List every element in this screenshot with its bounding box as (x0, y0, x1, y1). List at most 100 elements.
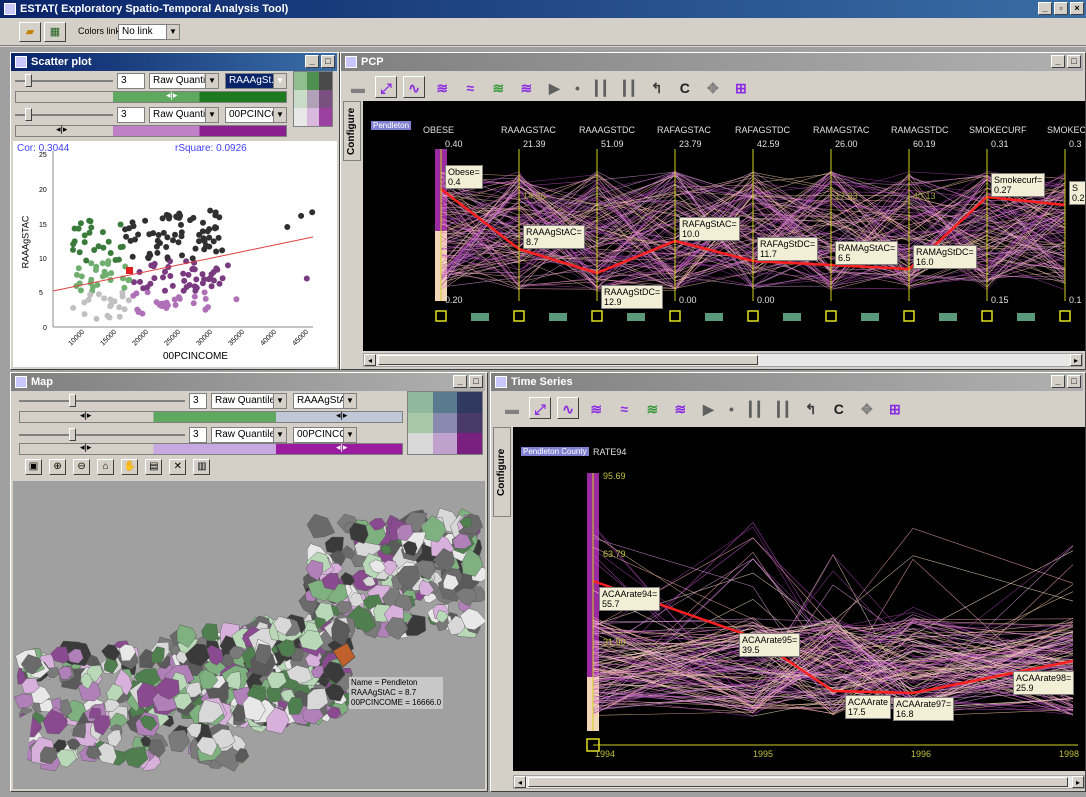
map-x-color-range-bar[interactable]: ◂|▸ ◂|▸ (19, 442, 403, 455)
y-classes-spinner[interactable]: 3 (117, 73, 145, 89)
x-classes-slider[interactable] (15, 107, 113, 123)
pcp-horizontal-scrollbar[interactable]: ◂ ▸ (363, 353, 1083, 367)
wave-multi-icon[interactable]: ≋ (669, 398, 691, 420)
dropdown-icon[interactable]: • (726, 398, 738, 420)
map-canvas[interactable]: Name = Pendleton RAAAgStAC = 8.7 00PCINCOM… (13, 481, 485, 789)
map-y-method-select[interactable]: Raw Quantiles ▼ (211, 393, 287, 409)
clear-icon[interactable]: C (674, 77, 696, 99)
scroll-right-icon[interactable]: ▸ (1072, 776, 1084, 788)
ts-horizontal-scrollbar[interactable]: ◂ ▸ (513, 775, 1085, 789)
maximize-button[interactable]: □ (321, 55, 335, 68)
select-tool-icon[interactable]: ▣ (25, 459, 42, 475)
eraser-icon[interactable]: ▬ (501, 398, 523, 420)
pcp-axis-label[interactable]: SMOKECURF (969, 125, 1027, 135)
map-x-variable-select[interactable]: 00PCINCO... ▼ (293, 427, 357, 443)
eraser-icon[interactable]: ▬ (347, 77, 369, 99)
identify-icon[interactable]: ▤ (145, 459, 163, 475)
select-icon[interactable]: ⤢ (529, 397, 552, 419)
y-method-select[interactable]: Raw Quantil... ▼ (149, 73, 219, 89)
print-icon[interactable]: ▥ (193, 459, 211, 475)
line-style-icon[interactable]: ∿ (557, 397, 580, 419)
clear-icon[interactable]: C (828, 398, 850, 420)
zoom-out-icon[interactable]: ⊖ (73, 459, 91, 475)
ts-canvas[interactable]: Pendleton County RATE94 95.69 63.79 31.90 1… (513, 427, 1085, 771)
scroll-thumb[interactable] (378, 355, 758, 365)
y-color-range-bar[interactable]: ◂|▸ (15, 90, 287, 103)
maximize-button[interactable]: □ (1067, 375, 1081, 388)
exclude-icon[interactable]: ✕ (169, 459, 187, 475)
pcp-axis-label[interactable]: RAAAGSTAC (501, 125, 556, 135)
wave-multi-icon[interactable]: ≋ (515, 77, 537, 99)
colors-link-select[interactable]: No link ▼ (118, 24, 180, 40)
move-icon[interactable]: ✥ (856, 398, 878, 420)
map-y-classes-slider[interactable] (19, 393, 185, 409)
play-icon[interactable]: ▶ (543, 77, 565, 99)
map-y-color-range-bar[interactable]: ◂|▸ ◂|▸ (19, 410, 403, 423)
line-style-icon[interactable]: ∿ (403, 76, 426, 98)
pcp-configure-tab[interactable]: Configure (343, 101, 361, 161)
scatter-point (93, 263, 100, 270)
map-titlebar[interactable]: Map _ □ (11, 373, 485, 391)
pcp-axis-label[interactable]: OBESE (423, 125, 454, 135)
maximize-button[interactable]: □ (1067, 55, 1081, 68)
axis-icon[interactable]: ┃┃ (590, 77, 612, 99)
map-y-classes-spinner[interactable]: 3 (189, 393, 207, 409)
pcp-axis-label[interactable]: SMOKECU (1047, 125, 1085, 135)
minimize-button[interactable]: _ (1038, 2, 1052, 15)
line-style2-icon[interactable]: ≋ (431, 77, 453, 99)
pcp-axis-label[interactable]: RAMAGSTAC (813, 125, 869, 135)
y-classes-slider[interactable] (15, 73, 113, 89)
ts-titlebar[interactable]: Time Series _ □ (491, 373, 1083, 391)
pcp-canvas[interactable]: Pendleton OBESE 0.40 0.20 Obese= 0.4 RAAAGSTA… (363, 101, 1085, 351)
minimize-button[interactable]: _ (1051, 55, 1065, 68)
pcp-axis-label[interactable]: RAFAGSTAC (657, 125, 711, 135)
zoom-in-icon[interactable]: ⊕ (49, 459, 67, 475)
minimize-button[interactable]: _ (453, 375, 467, 388)
restore-button[interactable]: ▫ (1054, 2, 1068, 15)
dropdown-icon[interactable]: • (572, 77, 584, 99)
scatter-titlebar[interactable]: Scatter plot _ □ (11, 53, 337, 71)
map-y-variable-select[interactable]: RAAAgStAC ▼ (293, 393, 357, 409)
wave-green-icon[interactable]: ≋ (641, 398, 663, 420)
minimize-button[interactable]: _ (305, 55, 319, 68)
ts-configure-tab[interactable]: Configure (493, 427, 511, 517)
settings-icon[interactable]: ⊞ (730, 77, 752, 99)
minimize-button[interactable]: _ (1051, 375, 1065, 388)
x-classes-spinner[interactable]: 3 (117, 107, 145, 123)
pcp-axis-label[interactable]: RAAAGSTDC (579, 125, 635, 135)
maximize-button[interactable]: □ (469, 375, 483, 388)
undo-icon[interactable]: ↰ (646, 77, 668, 99)
x-method-select[interactable]: Raw Quantil... ▼ (149, 107, 219, 123)
map-x-method-select[interactable]: Raw Quantiles ▼ (211, 427, 287, 443)
pan-icon[interactable]: ✋ (121, 459, 139, 475)
play-icon[interactable]: ▶ (697, 398, 719, 420)
map-x-classes-slider[interactable] (19, 427, 185, 443)
wave-green-icon[interactable]: ≋ (487, 77, 509, 99)
y-variable-select[interactable]: RAAAgSt... ▼ (225, 73, 287, 89)
close-button[interactable]: × (1070, 2, 1084, 15)
scroll-left-icon[interactable]: ◂ (514, 776, 526, 788)
pcp-axis-label[interactable]: RAFAGSTDC (735, 125, 790, 135)
axis-icon[interactable]: ┃┃ (744, 398, 766, 420)
wave-icon[interactable]: ≈ (613, 398, 635, 420)
x-variable-select[interactable]: 00PCINCO... ▼ (225, 107, 287, 123)
axis-swap-icon[interactable]: ┃┃ (772, 398, 794, 420)
select-icon[interactable]: ⤢ (375, 76, 398, 98)
scroll-left-icon[interactable]: ◂ (364, 354, 376, 366)
open-folder-button[interactable]: ▰ (19, 22, 41, 42)
wave-icon[interactable]: ≈ (459, 77, 481, 99)
layout-button[interactable]: ▦ (44, 22, 66, 42)
scroll-right-icon[interactable]: ▸ (1070, 354, 1082, 366)
scroll-thumb[interactable] (528, 777, 1068, 787)
axis-swap-icon[interactable]: ┃┃ (618, 77, 640, 99)
move-icon[interactable]: ✥ (702, 77, 724, 99)
line-style2-icon[interactable]: ≋ (585, 398, 607, 420)
settings-icon[interactable]: ⊞ (884, 398, 906, 420)
undo-icon[interactable]: ↰ (800, 398, 822, 420)
pcp-titlebar[interactable]: PCP _ □ (341, 53, 1083, 71)
scatter-plot-area[interactable]: Cor: 0.3044 rSquare: 0.0926 RAAAgSTAC 00… (13, 141, 337, 367)
full-extent-icon[interactable]: ⌂ (97, 459, 115, 475)
x-color-range-bar[interactable]: ◂|▸ (15, 124, 287, 137)
pcp-axis-label[interactable]: RAMAGSTDC (891, 125, 949, 135)
map-x-classes-spinner[interactable]: 3 (189, 427, 207, 443)
